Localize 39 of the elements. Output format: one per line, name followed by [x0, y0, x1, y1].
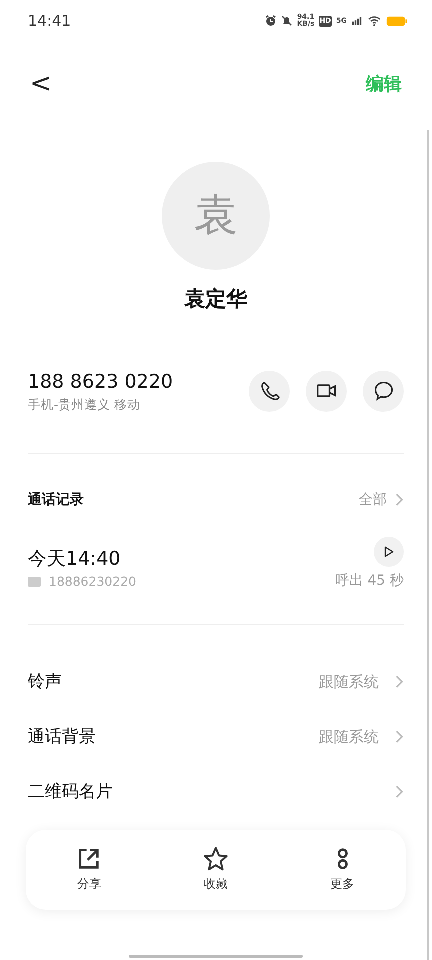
chevron-icon — [395, 493, 404, 508]
muted-bell-icon — [281, 15, 294, 27]
message-button[interactable] — [363, 370, 404, 412]
favorite-button[interactable]: 收藏 — [202, 846, 229, 894]
battery-icon — [386, 16, 408, 26]
wifi-icon — [367, 15, 382, 27]
settings-row[interactable]: 二维码名片 — [0, 764, 432, 820]
settings-row[interactable]: 铃声 跟随系统 — [0, 654, 432, 710]
setting-value: 跟随系统 — [319, 672, 379, 693]
setting-label: 二维码名片 — [28, 780, 113, 804]
chevron-icon — [395, 675, 404, 690]
share-button[interactable]: 分享 — [76, 846, 102, 894]
chevron-icon — [395, 730, 404, 744]
section-title: 通话记录 — [28, 490, 84, 510]
more-button[interactable]: 更多 — [330, 846, 356, 894]
setting-label: 通话背景 — [28, 726, 96, 748]
star-icon — [202, 846, 229, 872]
back-button[interactable]: < — [30, 71, 52, 97]
video-call-button[interactable] — [306, 370, 347, 412]
settings-row[interactable]: 通话背景 跟随系统 — [0, 710, 432, 765]
setting-label: 铃声 — [28, 670, 62, 694]
sim-card-icon — [28, 577, 41, 588]
phone-icon — [258, 380, 280, 402]
call-button[interactable] — [249, 370, 290, 412]
chevron-icon — [395, 785, 404, 800]
phone-number: 188 8623 0220 — [28, 370, 174, 394]
call-time: 今天14:40 — [28, 546, 122, 572]
alarm-icon — [265, 15, 278, 27]
call-duration: 呼出 45 秒 — [335, 572, 404, 591]
contact-name: 袁定华 — [184, 286, 248, 313]
status-time: 14:41 — [28, 10, 72, 32]
signal-icon — [351, 16, 363, 26]
play-icon — [382, 544, 396, 559]
phone-detail: 手机-贵州遵义 移动 — [28, 396, 142, 414]
contact-avatar: 袁 — [162, 162, 270, 270]
play-button[interactable] — [374, 536, 404, 567]
chat-bubble-icon — [372, 380, 394, 402]
call-number: 18886230220 — [49, 573, 136, 591]
setting-value: 跟随系统 — [319, 727, 379, 748]
